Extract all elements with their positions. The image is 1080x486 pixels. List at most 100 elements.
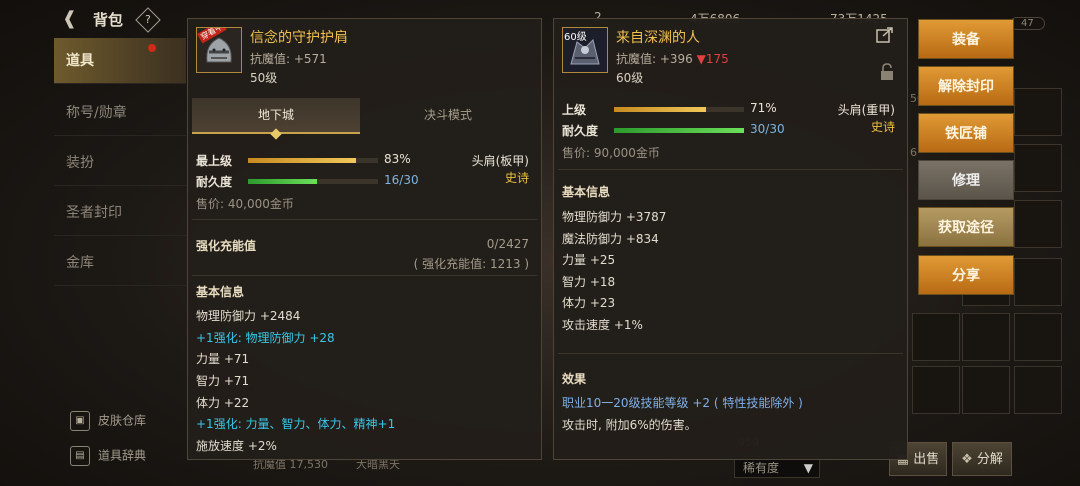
stat-line: 物理防御力 +2484 <box>196 309 301 323</box>
inventory-slot[interactable] <box>1014 88 1062 136</box>
link-label: 皮肤仓库 <box>98 413 147 428</box>
basic-info-title: 基本信息 <box>562 185 611 199</box>
share-button[interactable]: 分享 <box>918 255 1014 295</box>
sidebar-item-label: 道具 <box>66 53 94 69</box>
split-label: 分解 <box>976 452 1003 467</box>
inventory-slot[interactable] <box>1014 258 1062 306</box>
repair-button[interactable]: 修理 <box>918 160 1014 200</box>
stat-line: 攻击速度 +1% <box>562 318 643 332</box>
sidebar-item-titles[interactable]: 称号/勋章 <box>54 90 186 136</box>
tab-pvp[interactable]: 决斗模式 <box>364 98 532 132</box>
charge-sub: ( 强化充能值: 1213 ) <box>413 257 529 271</box>
inventory-slot[interactable] <box>962 366 1010 414</box>
sidebar-item-avatar[interactable]: 装扮 <box>54 140 186 186</box>
effect-line: 职业10一20级技能等级 +2 ( 特性技能除外 ) <box>562 396 803 410</box>
basic-info-title: 基本信息 <box>196 285 245 299</box>
blacksmith-button[interactable]: 铁匠铺 <box>918 113 1014 153</box>
stat-line: +1强化: 力量、智力、体力、精神+1 <box>196 417 396 431</box>
tab-label: 地下城 <box>257 108 294 122</box>
inventory-slot[interactable] <box>1014 313 1062 361</box>
sell-label: 出售 <box>913 452 940 467</box>
equipped-item-tooltip: 穿着中 信念的守护护肩 抗魔值: +571 50级 地下城 决斗模式 最上级 8… <box>187 18 542 460</box>
durability-label: 耐久度 <box>196 175 233 189</box>
stat-line: 物理防御力 +3787 <box>562 210 667 224</box>
stat-line: 施放速度 +2% <box>196 439 277 453</box>
shoulder-armor-icon: 穿着中 <box>196 27 242 73</box>
item-name: 信念的守护护肩 <box>250 30 348 46</box>
level-badge: 60级 <box>564 32 587 43</box>
unseal-button[interactable]: 解除封印 <box>918 66 1014 106</box>
compare-icon[interactable] <box>876 27 894 43</box>
stat-line: 智力 +18 <box>562 275 616 289</box>
rarity-label: 史诗 <box>870 120 895 134</box>
tab-active-marker <box>270 128 282 140</box>
mode-tabs: 地下城 决斗模式 <box>192 98 536 140</box>
upgrade-value: 71% <box>750 101 777 115</box>
stat-line: 体力 +23 <box>562 296 616 310</box>
stat-line: 力量 +25 <box>562 253 616 267</box>
stat-line: 魔法防御力 +834 <box>562 232 659 246</box>
sidebar-item-label: 称号/勋章 <box>66 105 127 121</box>
split-icon: ❖ <box>961 452 973 467</box>
item-dictionary-link[interactable]: ▤ 道具辞典 <box>70 446 146 466</box>
inventory-slot[interactable] <box>1014 144 1062 192</box>
acquire-route-button[interactable]: 获取途径 <box>918 207 1014 247</box>
durability-label: 耐久度 <box>562 124 599 138</box>
inventory-slot[interactable] <box>962 313 1010 361</box>
abyss-armor-icon: 60级 <box>562 27 608 73</box>
stat-line: 智力 +71 <box>196 374 250 388</box>
inventory-slot[interactable] <box>912 366 960 414</box>
sidebar-item-seal[interactable]: 圣者封印 <box>54 190 186 236</box>
inventory-slot[interactable] <box>912 313 960 361</box>
upgrade-value: 83% <box>384 152 411 166</box>
sidebar-item-label: 装扮 <box>66 155 94 171</box>
item-level: 50级 <box>250 71 278 85</box>
tab-label: 决斗模式 <box>423 108 472 122</box>
rarity-label: 史诗 <box>504 171 529 185</box>
lock-icon[interactable] <box>880 63 894 81</box>
stat-line: 力量 +71 <box>196 352 250 366</box>
tab-dungeon[interactable]: 地下城 <box>192 98 360 140</box>
divider <box>558 169 903 170</box>
charge-value: 0/2427 <box>486 237 529 251</box>
stat-line: 体力 +22 <box>196 396 250 410</box>
split-button[interactable]: ❖ 分解 <box>952 442 1012 476</box>
divider <box>192 275 537 276</box>
item-magic-resist: 抗魔值: +571 <box>250 52 327 66</box>
notification-dot <box>148 44 156 52</box>
stat-line: +1强化: 物理防御力 +28 <box>196 331 335 345</box>
sidebar-item-label: 圣者封印 <box>66 205 122 221</box>
charge-label: 强化充能值 <box>196 239 257 253</box>
sell-price: 售价: 90,000金币 <box>562 146 660 160</box>
item-magic-resist: 抗魔值: +396 ▼175 <box>616 50 729 67</box>
slot-type: 头肩(板甲) <box>471 154 529 168</box>
durability-value: 30/30 <box>750 122 785 136</box>
sidebar: 道具 称号/勋章 装扮 圣者封印 金库 ▣ 皮肤仓库 ▤ 道具辞典 <box>0 0 186 486</box>
chevron-down-icon: ▼ <box>803 461 813 475</box>
item-name: 来自深渊的人 <box>616 30 700 46</box>
upgrade-label: 上级 <box>562 103 587 117</box>
durability-bar <box>248 179 378 184</box>
effect-line: 攻击时, 附加6%的伤害。 <box>562 418 697 432</box>
slot-type: 头肩(重甲) <box>837 103 895 117</box>
durability-bar-fill <box>614 128 744 133</box>
sidebar-item-vault[interactable]: 金库 <box>54 240 186 286</box>
stat-value: 抗魔值: +396 <box>616 52 693 66</box>
upgrade-bar <box>614 107 744 112</box>
stat-diff: ▼175 <box>696 52 729 66</box>
upgrade-label: 最上级 <box>196 154 233 168</box>
bg-side-b: 6 <box>910 146 917 159</box>
upgrade-bar <box>248 158 378 163</box>
item-level: 60级 <box>616 71 644 85</box>
inventory-slot[interactable] <box>1014 366 1062 414</box>
skin-storage-link[interactable]: ▣ 皮肤仓库 <box>70 411 146 431</box>
equip-button[interactable]: 装备 <box>918 19 1014 59</box>
upgrade-bar-fill <box>248 158 356 163</box>
sidebar-item-items[interactable]: 道具 <box>54 38 186 84</box>
sort-label: 稀有度 <box>743 461 780 475</box>
inventory-slot[interactable] <box>1014 200 1062 248</box>
durability-value: 16/30 <box>384 173 419 187</box>
bag-count-badge: 47 <box>1010 17 1045 30</box>
book-icon: ▤ <box>70 446 90 466</box>
divider <box>192 219 537 220</box>
